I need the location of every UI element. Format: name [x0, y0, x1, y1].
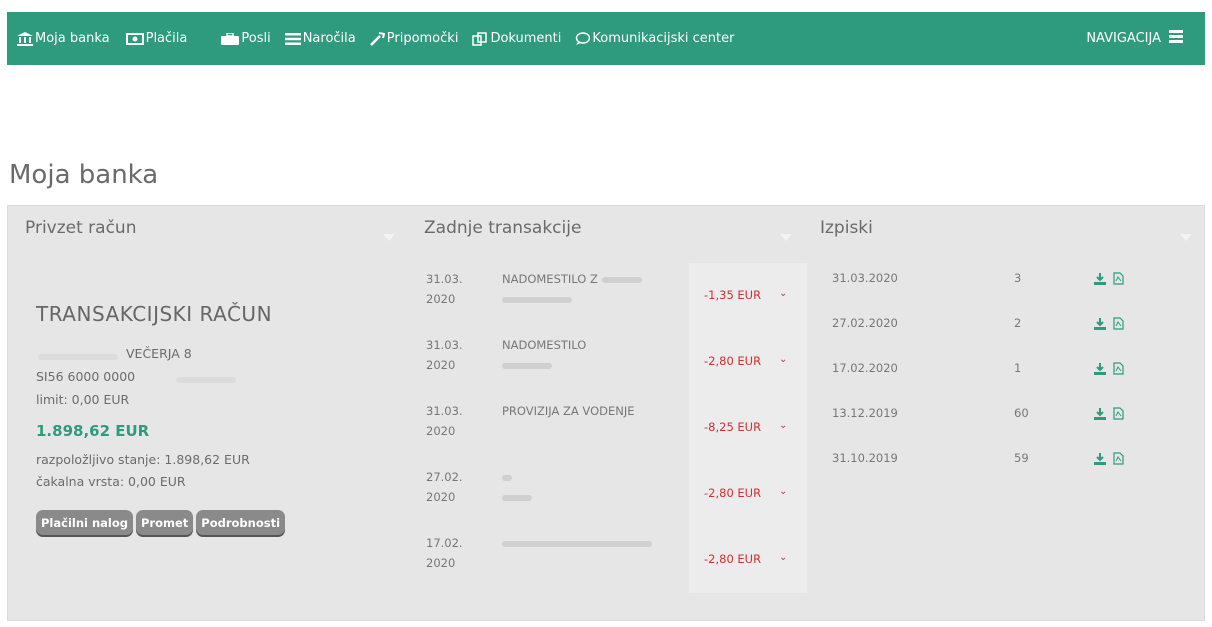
available-balance: razpoložljivo stanje: 1.898,62 EUR [36, 452, 250, 467]
pdf-icon[interactable] [1113, 450, 1124, 469]
account-actions: Plačilni nalog Promet Podrobnosti [36, 510, 286, 535]
collapse-caret-icon[interactable] [780, 226, 792, 245]
account-type: TRANSAKCIJSKI RAČUN [36, 302, 273, 326]
transaction-date: 27.02.2020 [426, 470, 463, 504]
navigation-menu-toggle[interactable]: NAVIGACIJA [1086, 12, 1183, 65]
transaction-date: 31.03.2020 [426, 272, 463, 306]
nav-label: Posli [241, 31, 271, 46]
download-icon[interactable] [1094, 450, 1106, 469]
transaction-description [502, 533, 652, 553]
download-icon[interactable] [1094, 270, 1106, 289]
redacted-text [176, 377, 236, 383]
briefcase-icon [221, 32, 240, 45]
transaction-description: PROVIZIJA ZA VODENJE [502, 404, 635, 418]
tools-icon [369, 31, 385, 46]
payment-order-button[interactable]: Plačilni nalog [36, 510, 133, 535]
transaction-row[interactable]: 31.03.2020 PROVIZIJA ZA VODENJE -8,25 EU… [414, 395, 809, 461]
download-icon[interactable] [1094, 360, 1106, 379]
transaction-row[interactable]: 27.02.2020 -2,80 EUR ⌄ [414, 461, 809, 527]
transaction-description: NADOMESTILO Z [502, 269, 642, 309]
chevron-down-icon[interactable]: ⌄ [779, 354, 787, 365]
statement-date: 27.02.2020 [832, 316, 898, 330]
money-icon [125, 32, 144, 45]
statement-number: 2 [1014, 316, 1022, 330]
top-navigation-bar: Moja banka Plačila Posli Naročila Pripom… [7, 12, 1205, 65]
nav-label: Dokumenti [490, 31, 562, 46]
chat-icon [575, 31, 591, 46]
chevron-down-icon[interactable]: ⌄ [779, 288, 787, 299]
pdf-icon[interactable] [1113, 360, 1124, 379]
statement-row: 17.02.2020 1 [818, 353, 1198, 398]
default-account-header: Privzet račun [25, 218, 137, 238]
transaction-row[interactable]: 31.03.2020 NADOMESTILO Z -1,35 EUR ⌄ [414, 263, 809, 329]
nav-item-pripomocki[interactable]: Pripomočki [369, 31, 459, 46]
nav-item-dokumenti[interactable]: Dokumenti [472, 31, 561, 46]
nav-item-moja-banka[interactable]: Moja banka [17, 31, 110, 46]
hamburger-icon [1169, 30, 1183, 47]
account-balance: 1.898,62 EUR [36, 422, 150, 440]
statement-date: 31.10.2019 [832, 451, 898, 465]
nav-item-narocila[interactable]: Naročila [284, 31, 356, 46]
statement-number: 60 [1014, 406, 1029, 420]
list-icon [284, 32, 301, 45]
chevron-down-icon[interactable]: ⌄ [779, 486, 787, 497]
redacted-text [38, 354, 118, 360]
statement-number: 59 [1014, 451, 1029, 465]
turnover-button[interactable]: Promet [136, 510, 194, 535]
account-name: VEČERJA 8 [126, 346, 192, 361]
documents-icon [472, 31, 488, 46]
nav-label: Moja banka [35, 31, 110, 46]
statement-date: 13.12.2019 [832, 406, 898, 420]
chevron-down-icon[interactable]: ⌄ [779, 552, 787, 563]
pdf-icon[interactable] [1113, 315, 1124, 334]
waiting-queue: čakalna vrsta: 0,00 EUR [36, 474, 186, 489]
pdf-icon[interactable] [1113, 405, 1124, 424]
transaction-description: NADOMESTILO [502, 335, 586, 375]
dashboard-panel: Privzet račun Zadnje transakcije Izpiski… [7, 205, 1205, 621]
transaction-amount: -2,80 EUR [704, 552, 762, 566]
details-button[interactable]: Podrobnosti [196, 510, 286, 535]
statement-number: 3 [1014, 271, 1022, 285]
pdf-icon[interactable] [1113, 270, 1124, 289]
nav-label: Naročila [302, 31, 356, 46]
transaction-date: 31.03.2020 [426, 404, 463, 438]
nav-label: Pripomočki [386, 31, 459, 46]
statement-date: 17.02.2020 [832, 361, 898, 375]
account-iban: SI56 6000 0000 [36, 369, 136, 384]
statement-date: 31.03.2020 [832, 271, 898, 285]
transaction-row[interactable]: 17.02.2020 -2,80 EUR ⌄ [414, 527, 809, 593]
download-icon[interactable] [1094, 315, 1106, 334]
statement-row: 31.10.2019 59 [818, 443, 1198, 488]
transaction-description [502, 467, 532, 507]
recent-transactions-header: Zadnje transakcije [424, 218, 582, 238]
statement-row: 31.03.2020 3 [818, 263, 1198, 308]
statements-header: Izpiski [820, 218, 873, 238]
page-title: Moja banka [9, 160, 159, 190]
nav-item-placila[interactable]: Plačila [125, 31, 188, 46]
nav-label: Plačila [145, 31, 188, 46]
bank-icon [17, 31, 33, 46]
statement-row: 27.02.2020 2 [818, 308, 1198, 353]
transaction-amount: -2,80 EUR [704, 486, 762, 500]
transaction-amount: -8,25 EUR [704, 420, 762, 434]
transaction-row[interactable]: 31.03.2020 NADOMESTILO -2,80 EUR ⌄ [414, 329, 809, 395]
navigation-label: NAVIGACIJA [1086, 31, 1161, 46]
statement-row: 13.12.2019 60 [818, 398, 1198, 443]
collapse-caret-icon[interactable] [383, 226, 395, 245]
transaction-amount: -1,35 EUR [704, 288, 762, 302]
collapse-caret-icon[interactable] [1180, 226, 1192, 245]
nav-label: Komunikacijski center [592, 31, 735, 46]
chevron-down-icon[interactable]: ⌄ [779, 420, 787, 431]
download-icon[interactable] [1094, 405, 1106, 424]
transaction-date: 31.03.2020 [426, 338, 463, 372]
statement-number: 1 [1014, 361, 1022, 375]
nav-item-posli[interactable]: Posli [221, 31, 271, 46]
nav-item-komunikacijski-center[interactable]: Komunikacijski center [575, 31, 734, 46]
transaction-amount: -2,80 EUR [704, 354, 762, 368]
transaction-date: 17.02.2020 [426, 536, 463, 570]
account-limit: limit: 0,00 EUR [36, 392, 130, 407]
